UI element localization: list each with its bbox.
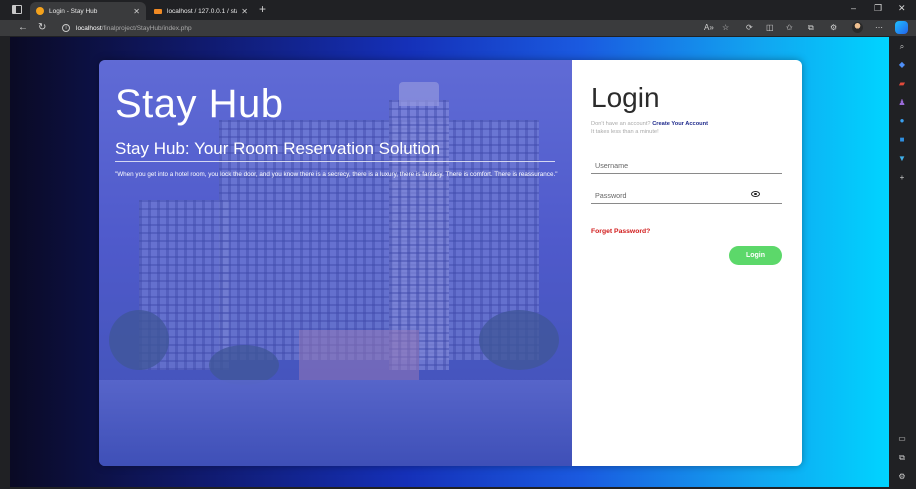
- hero-subtitle: Stay Hub: Your Room Reservation Solution: [115, 139, 441, 158]
- login-panel: Login Don't have an account? Create Your…: [572, 60, 802, 466]
- close-window-button[interactable]: ✕: [898, 3, 906, 14]
- refresh-icon[interactable]: ↻: [38, 21, 46, 35]
- more-menu-icon[interactable]: ⋯: [875, 21, 883, 35]
- tab-actions-icon[interactable]: [12, 5, 22, 14]
- login-button[interactable]: Login: [729, 246, 782, 265]
- drop-icon[interactable]: ▼: [896, 154, 908, 164]
- close-tab-icon[interactable]: ✕: [241, 7, 248, 16]
- open-in-window-icon[interactable]: ⧉: [896, 453, 908, 463]
- favorite-star-icon[interactable]: ☆: [722, 21, 729, 35]
- login-card: Stay Hub Stay Hub: Your Room Reservation…: [99, 60, 802, 466]
- divider: [115, 161, 555, 162]
- search-icon[interactable]: ⌕: [896, 42, 908, 52]
- username-field: [591, 158, 782, 174]
- username-input[interactable]: [591, 161, 782, 170]
- info-icon[interactable]: i: [62, 24, 70, 32]
- hide-sidebar-icon[interactable]: ▭: [896, 434, 908, 444]
- copilot-sidebar-icon[interactable]: ●: [896, 116, 908, 126]
- hero-title: Stay Hub: [115, 82, 284, 126]
- extensions-icon[interactable]: ⚙: [830, 21, 837, 35]
- split-screen-icon[interactable]: ◫: [766, 21, 774, 35]
- add-sidebar-app-icon[interactable]: +: [896, 173, 908, 183]
- shopping-tag-icon[interactable]: ◆: [896, 60, 908, 70]
- signup-text: Don't have an account? Create Your Accou…: [591, 120, 708, 136]
- signup-note: It takes less than a minute!: [591, 129, 659, 135]
- tab-bar: Login - Stay Hub ✕ localhost / 127.0.0.1…: [0, 0, 916, 20]
- refresh-page-icon[interactable]: ⟳: [746, 21, 753, 35]
- copilot-icon[interactable]: [895, 21, 908, 34]
- address-bar: ← ↻ i localhost /finalproject/StayHub/in…: [0, 20, 916, 36]
- edge-sidebar: ⌕ ◆ ▰ ♟ ● ■ ▼ + ▭ ⧉ ⚙: [889, 36, 916, 489]
- favicon-icon: [36, 7, 44, 15]
- favorites-icon[interactable]: ✩: [786, 21, 793, 35]
- password-field: [591, 188, 782, 204]
- login-heading: Login: [591, 82, 660, 113]
- phpmyadmin-favicon-icon: [154, 8, 162, 14]
- new-tab-button[interactable]: +: [259, 3, 266, 15]
- signup-prompt: Don't have an account?: [591, 121, 651, 127]
- hero-quote: "When you get into a hotel room, you loc…: [115, 171, 558, 178]
- tab-phpmyadmin[interactable]: localhost / 127.0.0.1 / stayhub / ... ✕: [148, 2, 254, 20]
- url-host: localhost: [76, 24, 102, 32]
- hotel-hero-image: Stay Hub Stay Hub: Your Room Reservation…: [99, 60, 572, 466]
- read-aloud-icon[interactable]: A»: [704, 21, 714, 35]
- tools-icon[interactable]: ▰: [896, 79, 908, 89]
- sidebar-settings-icon[interactable]: ⚙: [896, 472, 908, 482]
- games-icon[interactable]: ♟: [896, 98, 908, 108]
- url-path: /finalproject/StayHub/index.php: [101, 24, 192, 32]
- eye-icon[interactable]: [751, 191, 760, 197]
- url-field[interactable]: i localhost /finalproject/StayHub/index.…: [62, 22, 702, 34]
- tab-label: localhost / 127.0.0.1 / stayhub / ...: [167, 7, 237, 15]
- tab-label: Login - Stay Hub: [49, 7, 98, 15]
- tab-login[interactable]: Login - Stay Hub ✕: [30, 2, 146, 20]
- profile-avatar[interactable]: [852, 22, 863, 33]
- collections-icon[interactable]: ⧉: [808, 21, 814, 35]
- outlook-icon[interactable]: ■: [896, 135, 908, 145]
- minimize-button[interactable]: –: [851, 3, 856, 13]
- restore-button[interactable]: ❐: [874, 3, 882, 14]
- forgot-password-link[interactable]: Forget Password?: [591, 228, 650, 235]
- close-tab-icon[interactable]: ✕: [133, 7, 140, 16]
- page-background: Stay Hub Stay Hub: Your Room Reservation…: [10, 37, 889, 487]
- back-arrow-icon[interactable]: ←: [18, 21, 28, 35]
- create-account-link[interactable]: Create Your Account: [652, 121, 708, 127]
